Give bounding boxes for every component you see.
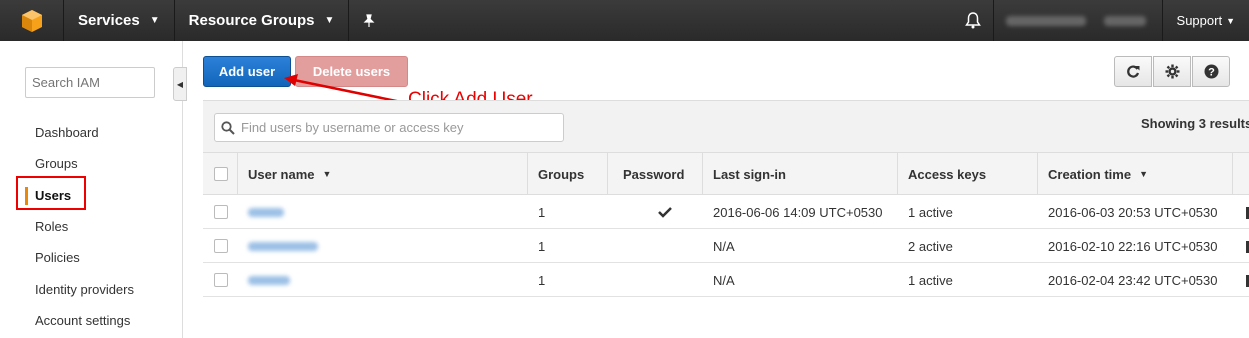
notification-bell-icon[interactable] xyxy=(953,0,993,41)
groups-cell: 1 xyxy=(538,238,546,254)
aws-logo-icon[interactable] xyxy=(0,0,64,41)
chevron-down-icon: ▼ xyxy=(149,15,160,26)
search-icon xyxy=(221,120,235,135)
table-row[interactable]: 1 N/A 2 active 2016-02-10 22:16 UTC+0530 xyxy=(203,229,1249,263)
groups-cell: 1 xyxy=(538,272,546,288)
find-users-placeholder: Find users by username or access key xyxy=(241,120,464,135)
username-cell[interactable] xyxy=(238,263,290,297)
select-all-cell xyxy=(203,153,238,195)
access-keys-cell: 2 active xyxy=(908,238,953,254)
support-label: Support xyxy=(1176,13,1223,28)
last-signin-cell: N/A xyxy=(713,272,735,288)
sidebar-item-dashboard[interactable]: Dashboard xyxy=(0,117,183,148)
svg-text:?: ? xyxy=(1208,67,1215,79)
settings-button[interactable] xyxy=(1153,56,1191,87)
column-header-username[interactable]: User name ▼ xyxy=(238,153,528,195)
account-menu[interactable] xyxy=(992,0,1163,41)
column-header-last-signin[interactable]: Last sign-in xyxy=(703,153,898,195)
services-label: Services xyxy=(78,12,140,29)
row-checkbox[interactable] xyxy=(214,273,228,287)
creation-time-cell: 2016-06-03 20:53 UTC+0530 xyxy=(1048,204,1218,220)
resource-groups-menu[interactable]: Resource Groups ▼ xyxy=(175,0,350,41)
sidebar-item-roles[interactable]: Roles xyxy=(0,211,183,242)
sort-desc-icon: ▼ xyxy=(322,169,332,179)
sidebar-item-policies[interactable]: Policies xyxy=(0,242,183,273)
services-menu[interactable]: Services ▼ xyxy=(64,0,175,41)
collapse-sidebar-icon[interactable]: ◀ xyxy=(173,67,187,101)
sort-desc-icon: ▼ xyxy=(1139,169,1148,179)
password-cell xyxy=(648,195,672,229)
column-header-groups[interactable]: Groups xyxy=(528,153,608,195)
column-header-access-keys[interactable]: Access keys xyxy=(898,153,1038,195)
table-row[interactable]: 1 N/A 1 active 2016-02-04 23:42 UTC+0530 xyxy=(203,263,1249,297)
resource-groups-label: Resource Groups xyxy=(188,12,315,29)
users-table: User name ▼ Groups Password Last sign-in … xyxy=(203,152,1249,297)
results-count: Showing 3 results xyxy=(1141,116,1249,131)
chevron-down-icon: ▼ xyxy=(1226,15,1235,26)
last-signin-cell: N/A xyxy=(713,238,735,254)
sidebar-item-identity-providers[interactable]: Identity providers xyxy=(0,273,183,304)
last-signin-cell: 2016-06-06 14:09 UTC+0530 xyxy=(713,204,883,220)
access-keys-cell: 1 active xyxy=(908,204,953,220)
column-header-creation-time[interactable]: Creation time ▼ xyxy=(1038,153,1233,195)
help-icon: ? xyxy=(1204,64,1218,79)
sidebar-item-account-settings[interactable]: Account settings xyxy=(0,305,183,336)
top-nav-bar: Services ▼ Resource Groups ▼ Support ▼ xyxy=(0,0,1249,41)
chevron-down-icon: ▼ xyxy=(324,15,335,26)
help-button[interactable]: ? xyxy=(1192,56,1230,87)
creation-time-cell: 2016-02-10 22:16 UTC+0530 xyxy=(1048,238,1218,254)
refresh-button[interactable] xyxy=(1114,56,1152,87)
groups-cell: 1 xyxy=(538,204,546,220)
find-users-input[interactable]: Find users by username or access key xyxy=(214,113,564,142)
row-checkbox[interactable] xyxy=(214,239,228,253)
support-menu[interactable]: Support ▼ xyxy=(1163,0,1249,41)
sidebar-item-groups[interactable]: Groups xyxy=(0,148,183,179)
row-checkbox[interactable] xyxy=(214,205,228,219)
username-cell[interactable] xyxy=(238,195,284,229)
column-header-password[interactable]: Password xyxy=(608,153,703,195)
table-row[interactable]: 1 2016-06-06 14:09 UTC+0530 1 active 201… xyxy=(203,195,1249,229)
table-header: User name ▼ Groups Password Last sign-in … xyxy=(203,152,1249,195)
gear-icon xyxy=(1165,64,1179,79)
pin-icon[interactable] xyxy=(349,0,389,41)
add-user-button[interactable]: Add user xyxy=(203,56,291,87)
refresh-icon xyxy=(1127,64,1140,78)
select-all-checkbox[interactable] xyxy=(214,167,228,181)
access-keys-cell: 1 active xyxy=(908,272,953,288)
username-cell[interactable] xyxy=(238,229,318,263)
checkmark-icon xyxy=(658,207,672,218)
sidebar-nav: Dashboard Groups Users Roles Policies Id… xyxy=(0,117,183,336)
users-highlight-annotation xyxy=(16,176,86,210)
creation-time-cell: 2016-02-04 23:42 UTC+0530 xyxy=(1048,272,1218,288)
search-iam-input[interactable] xyxy=(25,67,155,98)
